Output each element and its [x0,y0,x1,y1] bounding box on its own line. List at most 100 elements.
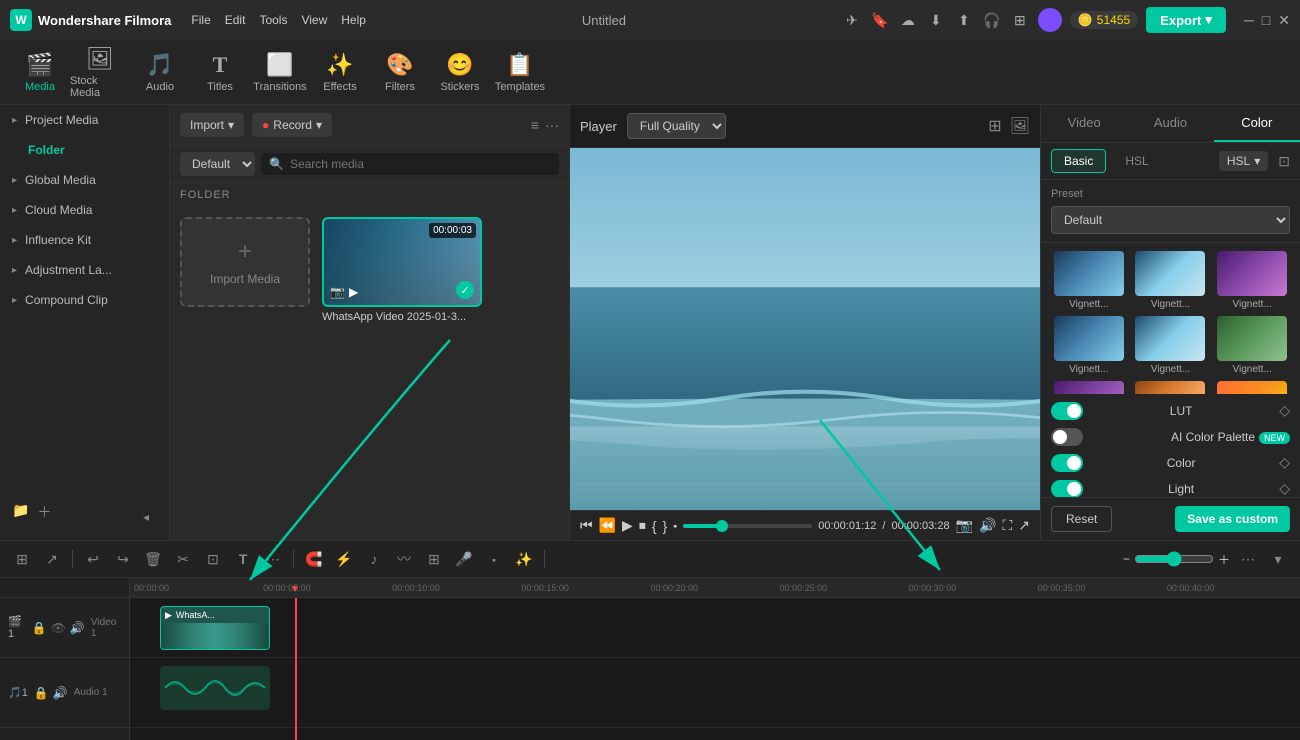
toolbar-titles[interactable]: T Titles [190,43,250,101]
diamond-icon[interactable]: ◇ [1279,402,1290,419]
preset-item-w2[interactable]: Warm ... [1214,381,1290,394]
diamond-icon[interactable]: ◇ [1279,454,1290,471]
save-custom-button[interactable]: Save as custom [1175,506,1290,532]
menu-help[interactable]: Help [341,13,366,27]
toolbar-templates[interactable]: 📋 Templates [490,43,550,101]
undo-button[interactable]: ↩ [81,547,105,571]
timeline-more[interactable]: ⋯ [1236,547,1260,571]
track-audio-icon[interactable]: 🔊 [70,621,85,635]
diamond-icon[interactable]: ◇ [1279,480,1290,497]
sidebar-item-adjustment-layer[interactable]: ▸ Adjustment La... [0,255,169,285]
share-icon[interactable]: ✈ [842,10,862,30]
snap-button[interactable]: 🧲 [302,547,326,571]
transition-button[interactable]: ⬝ [482,547,506,571]
audio-clip[interactable] [160,666,270,710]
zoom-plus-icon[interactable]: ＋ [1218,551,1230,568]
avatar[interactable] [1038,8,1062,32]
zoom-slider[interactable]: − ＋ [1123,551,1230,568]
tab-audio[interactable]: Audio [1127,105,1213,142]
preset-item-v7[interactable]: Vignett... [1051,381,1127,394]
export-button[interactable]: Export ▾ [1146,7,1226,33]
sidebar-item-compound-clip[interactable]: ▸ Compound Clip [0,285,169,315]
preset-item-v5[interactable]: Vignett... [1133,316,1209,375]
skip-back-button[interactable]: ⏮ [580,517,593,534]
bookmark-icon[interactable]: 🔖 [870,10,890,30]
headphone-icon[interactable]: 🎧 [982,10,1002,30]
fullscreen-button[interactable]: ⛶ [1002,517,1012,534]
upload-icon[interactable]: ⬆ [954,10,974,30]
quality-select[interactable]: Full Quality [627,113,726,139]
more-options-icon[interactable]: ··· [545,117,559,133]
effect-button[interactable]: ✨ [512,547,536,571]
add-item-icon[interactable]: ＋ [37,502,51,532]
menu-tools[interactable]: Tools [259,13,287,27]
timeline-pointer[interactable]: ↗ [40,547,64,571]
compare-icon[interactable]: ⊡ [1278,153,1290,170]
toolbar-filters[interactable]: 🎨 Filters [370,43,430,101]
crop-button[interactable]: ⊡ [201,547,225,571]
cut-button[interactable]: ✂ [171,547,195,571]
track-eye-icon[interactable]: 👁 [51,621,66,635]
apps-icon[interactable]: ⊞ [1010,10,1030,30]
photo-icon[interactable]: 🖼 [1010,116,1030,136]
menu-edit[interactable]: Edit [225,13,246,27]
preset-item-v2[interactable]: Vignett... [1133,251,1209,310]
track-lock-icon[interactable]: 🔒 [32,621,47,635]
export-dropdown-icon[interactable]: ▾ [1205,12,1212,28]
preset-item-v4[interactable]: Vignett... [1051,316,1127,375]
add-folder-icon[interactable]: 📁 [12,502,29,532]
media-item-video[interactable]: 00:00:03 📷 ▶ ✓ WhatsApp Video 2025-01-3.… [322,217,482,323]
cloud-icon[interactable]: ☁ [898,10,918,30]
preset-item-v1[interactable]: Vignett... [1051,251,1127,310]
more-controls-button[interactable]: ↗ [1018,517,1030,534]
split-at-button[interactable]: ⊞ [422,547,446,571]
menu-view[interactable]: View [301,13,327,27]
toggle-light[interactable] [1051,480,1083,497]
reset-button[interactable]: Reset [1051,506,1112,532]
toolbar-stickers[interactable]: 😊 Stickers [430,43,490,101]
stop-button[interactable]: ⏹ [639,517,646,534]
motion-button[interactable]: 〰 [392,547,416,571]
preset-select[interactable]: Default [1051,206,1290,234]
download-icon[interactable]: ⬇ [926,10,946,30]
volume-button[interactable]: 🔊 [979,517,996,534]
zoom-range[interactable] [1134,551,1214,567]
delete-button[interactable]: 🗑 [141,547,165,571]
more-tools-button[interactable]: ⋯ [261,547,285,571]
record-button[interactable]: ● Record ▾ [252,113,332,137]
toggle-ai-color-palette[interactable] [1051,428,1083,446]
menu-file[interactable]: File [191,13,210,27]
audio-speaker-icon[interactable]: 🔊 [53,686,68,700]
maximize-button[interactable]: □ [1262,12,1270,29]
grid-view-icon[interactable]: ⊞ [988,116,1001,136]
toolbar-transitions[interactable]: ⬜ Transitions [250,43,310,101]
toggle-color[interactable] [1051,454,1083,472]
preset-item-v3[interactable]: Vignett... [1214,251,1290,310]
step-back-button[interactable]: ⏪ [599,517,616,534]
sidebar-item-cloud-media[interactable]: ▸ Cloud Media [0,195,169,225]
import-button[interactable]: Import ▾ [180,113,244,137]
toolbar-effects[interactable]: ✨ Effects [310,43,370,101]
collapse-button[interactable]: ◂ [135,502,157,532]
timeline-add-track[interactable]: ⊞ [10,547,34,571]
color-tab-hsl[interactable]: HSL [1112,149,1161,173]
hsl-select[interactable]: HSL ▾ [1219,151,1268,171]
toggle-lut[interactable] [1051,402,1083,420]
preset-item-w1[interactable]: Warm [1133,381,1209,394]
audio-lock-icon[interactable]: 🔒 [34,686,49,700]
split-button[interactable]: ⬝ [673,517,677,534]
minimize-button[interactable]: ─ [1244,12,1254,29]
text-button[interactable]: T [231,547,255,571]
redo-button[interactable]: ↪ [111,547,135,571]
progress-bar[interactable] [683,524,812,528]
search-input[interactable] [290,157,551,171]
preset-item-v6[interactable]: Vignett... [1214,316,1290,375]
default-select[interactable]: Default [180,152,255,176]
screenshot-button[interactable]: 📷 [956,517,973,534]
toolbar-audio[interactable]: 🎵 Audio [130,43,190,101]
tab-color[interactable]: Color [1214,105,1300,142]
bracket-left-button[interactable]: { [652,518,657,534]
speed-button[interactable]: ⚡ [332,547,356,571]
tab-video[interactable]: Video [1041,105,1127,142]
sidebar-item-project-media[interactable]: ▸ Project Media [0,105,169,135]
